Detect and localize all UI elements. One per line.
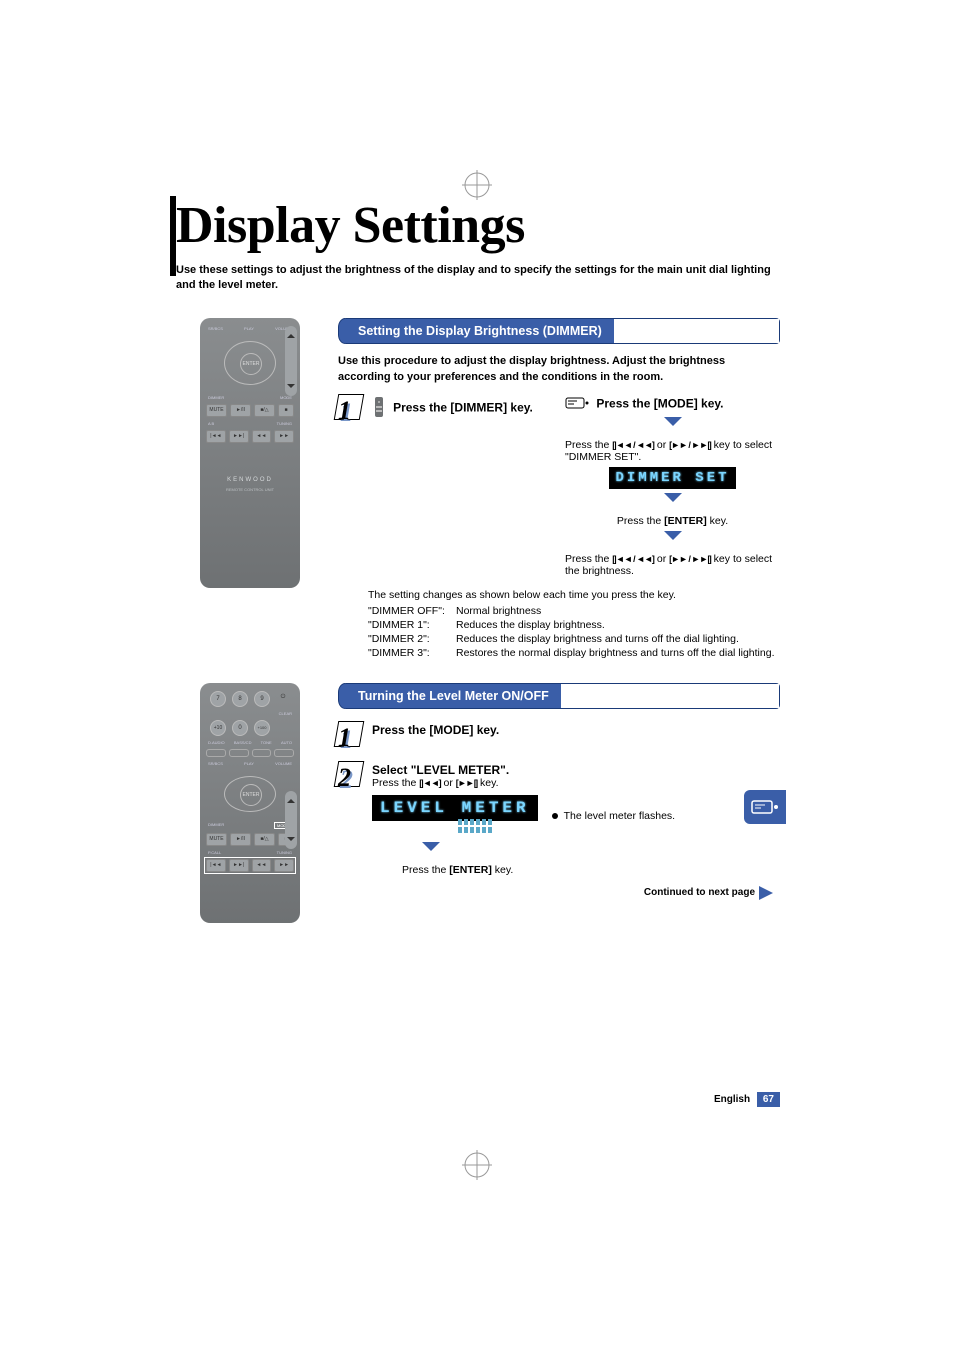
remote-illustration-upper: SR/BCSPLAYVOLUME ENTER DIMMERMODE MUTE ►… bbox=[200, 318, 300, 588]
next-key-glyph: [►► / ►►|] bbox=[669, 440, 711, 450]
dpad-icon: ENTER bbox=[218, 770, 282, 818]
arrow-down-icon bbox=[422, 842, 440, 860]
remote-brand-sub: REMOTE CONTROL UNIT bbox=[206, 487, 294, 492]
step-1-icon: 11 bbox=[338, 396, 366, 422]
remote-8-icon: 8 bbox=[232, 691, 248, 707]
step-2-select-text: Select "LEVEL METER". bbox=[372, 763, 780, 777]
remote-mute-icon: MUTE bbox=[206, 404, 227, 417]
page-title: Display Settings bbox=[176, 196, 780, 255]
bullet-icon bbox=[552, 813, 558, 819]
remote-brand: KENWOOD bbox=[206, 477, 294, 483]
main-unit-icon bbox=[565, 396, 589, 413]
next-key-glyph: [►►|] bbox=[456, 778, 477, 788]
section-heading-dimmer: Setting the Display Brightness (DIMMER) bbox=[338, 318, 780, 344]
page-subtitle: Use these settings to adjust the brightn… bbox=[176, 263, 780, 294]
step-1-icon: 11 bbox=[338, 723, 366, 749]
remote-0-icon: 0 bbox=[232, 720, 248, 736]
remote-9-icon: 9 bbox=[254, 691, 270, 707]
lcd-dimmer-set: DIMMER SET bbox=[609, 467, 735, 489]
arrow-down-icon bbox=[664, 417, 682, 435]
step-2-keys-text: Press the [|◄◄] or [►►|] key. bbox=[372, 777, 780, 789]
section-heading-level-meter: Turning the Level Meter ON/OFF bbox=[338, 683, 780, 709]
meter-flash-note: The level meter flashes. bbox=[552, 810, 675, 822]
step-2-icon: 22 bbox=[338, 763, 366, 789]
remote-plus100-icon: +100 bbox=[254, 720, 270, 736]
dimmer-cycle-note: The setting changes as shown below each … bbox=[368, 589, 780, 601]
arrow-down-icon bbox=[664, 493, 682, 511]
step-1-right-select-brightness: Press the [|◄◄ / ◄◄] or [►► / ►►|] key t… bbox=[565, 553, 780, 577]
remote-small-icon bbox=[372, 396, 386, 421]
dimmer-table: "DIMMER OFF":Normal brightness "DIMMER 1… bbox=[368, 605, 780, 659]
crop-mark-bottom bbox=[462, 1150, 492, 1180]
remote-next-icon: ►►| bbox=[229, 859, 249, 872]
page-footer: English 67 bbox=[176, 1092, 780, 1107]
remote-pause-icon: ■/△ bbox=[254, 833, 275, 846]
arrow-down-icon bbox=[664, 531, 682, 549]
continued-next-page: Continued to next page bbox=[338, 886, 780, 900]
step-1-left-text: Press the [DIMMER] key. bbox=[393, 400, 533, 414]
remote-mute-icon: MUTE bbox=[206, 833, 227, 846]
continue-arrow-icon bbox=[759, 886, 780, 900]
volume-rocker-icon bbox=[285, 791, 297, 849]
page-number: 67 bbox=[757, 1092, 780, 1107]
dpad-icon: ENTER bbox=[218, 335, 282, 391]
remote-plus10-icon: +10 bbox=[210, 720, 226, 736]
remote-illustration-lower: 7 8 9 ⏻ CLEAR +10 0 +100 D.AUDIOBASS/CDT… bbox=[200, 683, 300, 923]
remote-ffwd-icon: ►► bbox=[274, 859, 294, 872]
volume-rocker-icon bbox=[285, 326, 297, 396]
step-1-right-select-dimmerset: Press the [|◄◄ / ◄◄] or [►► / ►►|] key t… bbox=[565, 439, 780, 463]
level-meter-bars-icon bbox=[458, 817, 538, 835]
next-key-glyph: [►► / ►►|] bbox=[669, 554, 711, 564]
remote-play-icon: ►/II bbox=[230, 833, 251, 846]
remote-power-icon: ⏻ bbox=[276, 691, 290, 705]
step-1-right-head: Press the [MODE] key. bbox=[565, 396, 780, 413]
remote-stop-icon: ■ bbox=[278, 404, 294, 417]
prev-key-glyph: [|◄◄ / ◄◄] bbox=[612, 440, 654, 450]
remote-7-icon: 7 bbox=[210, 691, 226, 707]
remote-play-icon: ►/II bbox=[230, 404, 251, 417]
prev-key-glyph: [|◄◄] bbox=[419, 778, 440, 788]
remote-prev-icon: |◄◄ bbox=[206, 859, 226, 872]
prev-key-glyph: [|◄◄ / ◄◄] bbox=[612, 554, 654, 564]
remote-rew-icon: ◄◄ bbox=[252, 859, 272, 872]
remote-rew-icon: ◄◄ bbox=[252, 430, 272, 443]
remote-prev-icon: |◄◄ bbox=[206, 430, 226, 443]
remote-ffwd-icon: ►► bbox=[274, 430, 294, 443]
press-enter-text-2: Press the [ENTER] key. bbox=[402, 864, 780, 876]
press-enter-text: Press the [ENTER] key. bbox=[565, 515, 780, 527]
step-1-mode-text: Press the [MODE] key. bbox=[372, 723, 499, 737]
section-intro-dimmer: Use this procedure to adjust the display… bbox=[338, 354, 780, 386]
remote-next-icon: ►►| bbox=[229, 430, 249, 443]
remote-pause-icon: ■/△ bbox=[254, 404, 275, 417]
